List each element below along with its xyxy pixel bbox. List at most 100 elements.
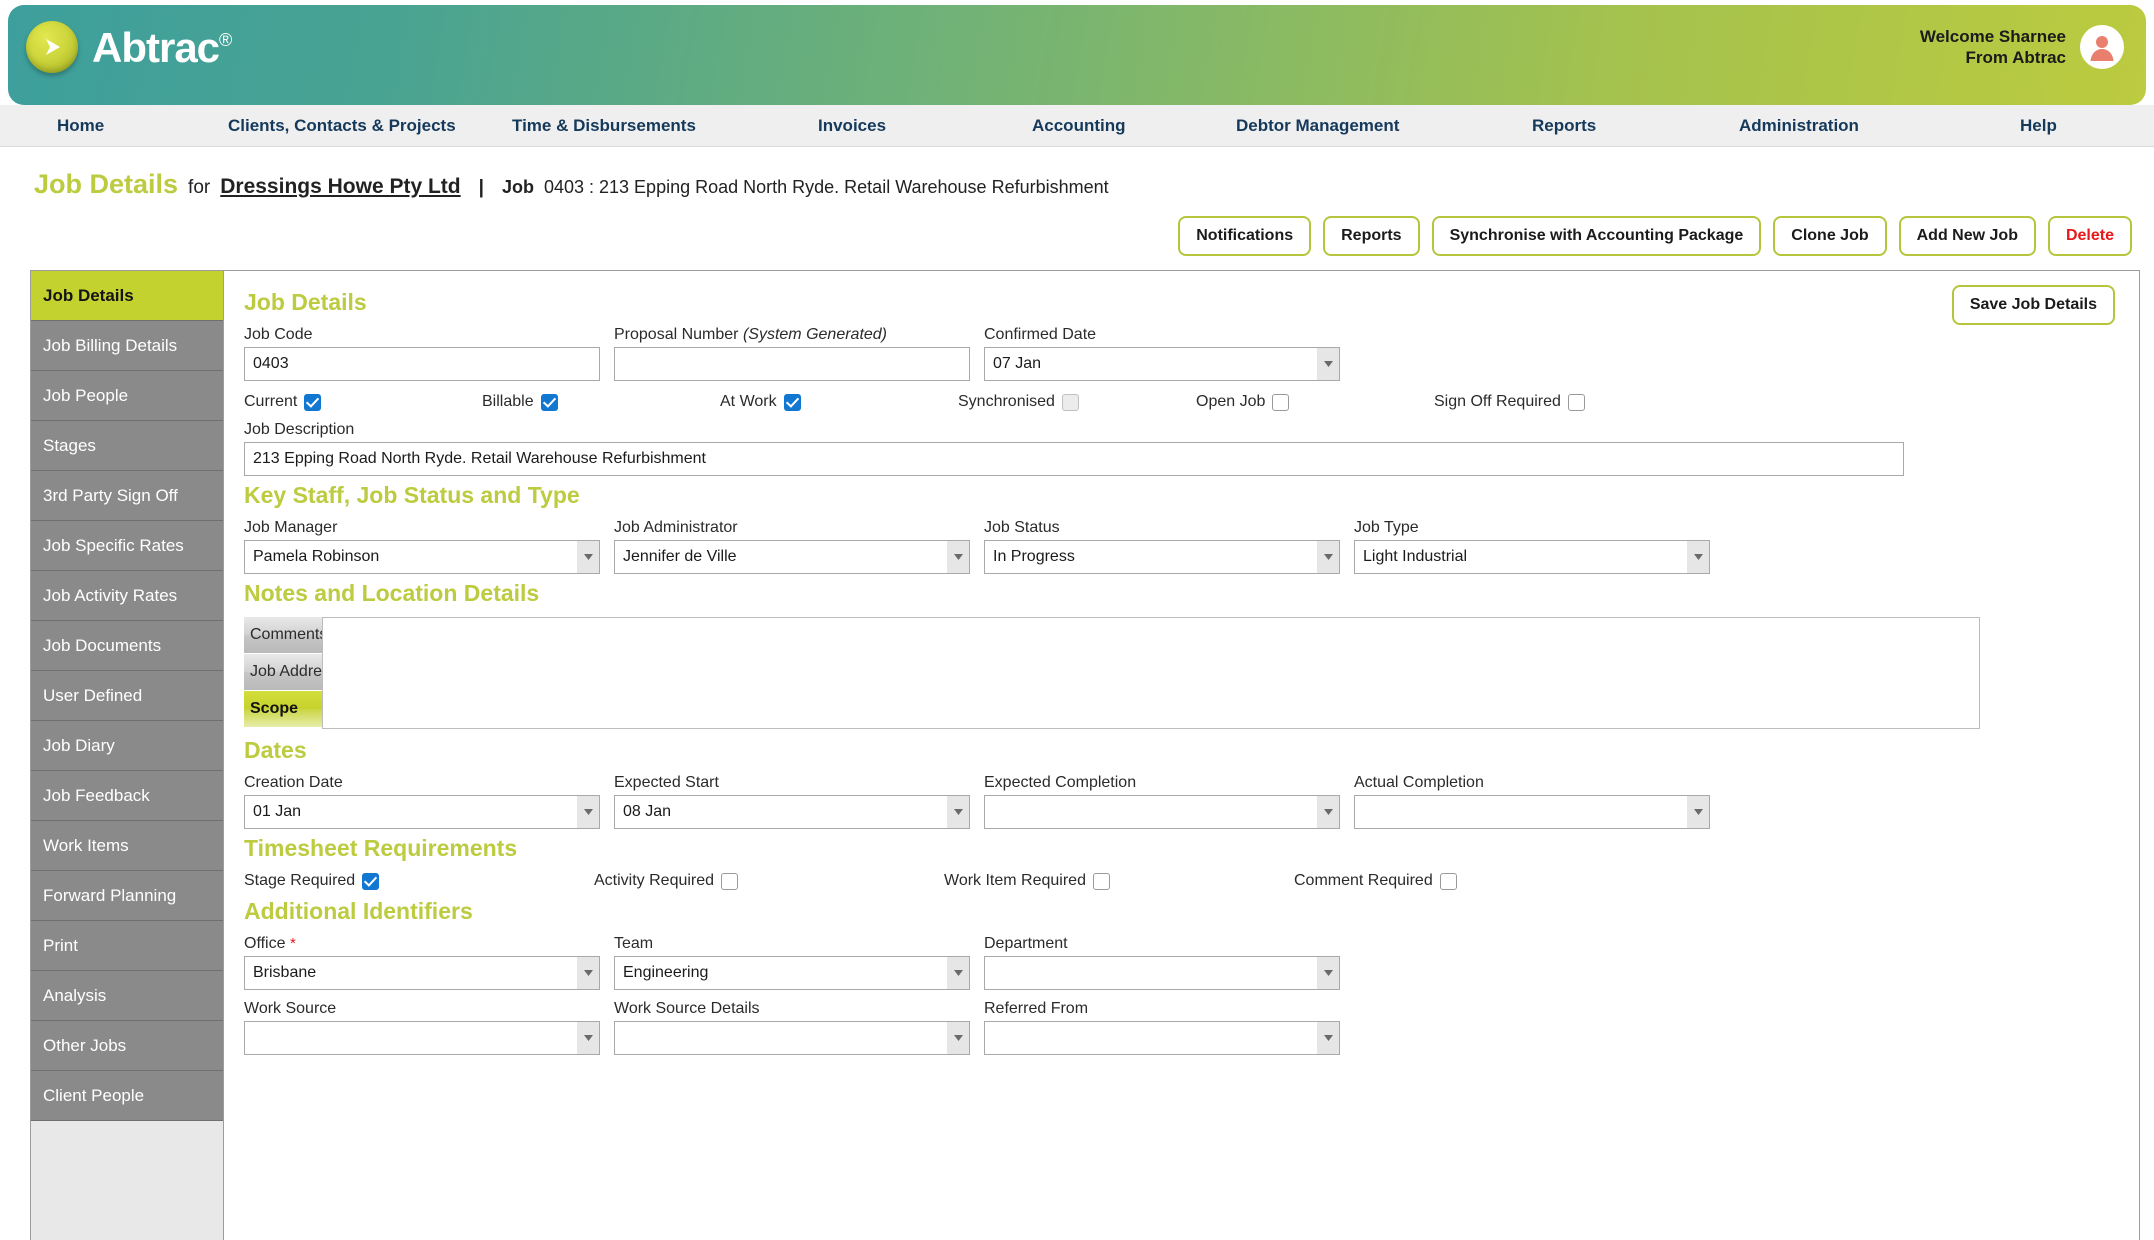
job-flag-billable[interactable]: Billable (482, 393, 706, 411)
job-type-select[interactable]: Light Industrial (1354, 540, 1710, 574)
checkbox-work-item-required[interactable] (1092, 872, 1110, 890)
nav-item-accounting[interactable]: Accounting (1032, 116, 1126, 136)
sidebar-filler (31, 1121, 223, 1240)
work-source-details-field: Work Source Details (614, 1000, 970, 1055)
proposal-number-input[interactable] (614, 347, 970, 381)
sidebar-item-analysis[interactable]: Analysis (31, 971, 223, 1021)
play-arrow-icon (26, 21, 78, 73)
nav-item-administration[interactable]: Administration (1739, 116, 1859, 136)
timesheet-flag-comment-required[interactable]: Comment Required (1294, 872, 1630, 890)
job-flag-open-job[interactable]: Open Job (1196, 393, 1420, 411)
work-source-details-label: Work Source Details (614, 1000, 760, 1017)
add-new-job-button[interactable]: Add New Job (1898, 216, 2036, 256)
save-button-wrapper: Save Job Details (1951, 285, 2115, 325)
expected-completion-select[interactable] (984, 795, 1340, 829)
checkbox-current[interactable] (304, 393, 322, 411)
app-header: Abtrac® Welcome Sharnee From Abtrac (8, 5, 2146, 105)
checkbox-synchronised (1061, 393, 1079, 411)
job-code-input[interactable] (244, 347, 600, 381)
job-description-input[interactable] (244, 442, 1904, 476)
top-action-toolbar: Notifications Reports Synchronise with A… (0, 200, 2154, 256)
sidebar-item-label: Analysis (43, 985, 107, 1005)
referred-from-select[interactable] (984, 1021, 1340, 1055)
checkbox-open-job[interactable] (1272, 393, 1290, 411)
notes-tab-job-address[interactable]: Job Address (244, 654, 338, 691)
sidebar-item-job-documents[interactable]: Job Documents (31, 621, 223, 671)
work-source-select-wrap (244, 1021, 600, 1055)
sidebar-item-label: Print (43, 935, 78, 955)
checkbox-billable[interactable] (540, 393, 558, 411)
sidebar-item-job-diary[interactable]: Job Diary (31, 721, 223, 771)
timesheet-flag-work-item-required[interactable]: Work Item Required (944, 872, 1280, 890)
office-select[interactable]: Brisbane (244, 956, 600, 990)
creation-date-field: Creation Date 01 Jan (244, 774, 600, 829)
work-source-select[interactable] (244, 1021, 600, 1055)
notes-tab-comments[interactable]: Comments (244, 617, 327, 654)
synchronise-button[interactable]: Synchronise with Accounting Package (1431, 216, 1762, 256)
timesheet-flag-stage-required[interactable]: Stage Required (244, 872, 580, 890)
client-link[interactable]: Dressings Howe Pty Ltd (220, 175, 460, 199)
job-status-select[interactable]: In Progress (984, 540, 1340, 574)
nav-item-home[interactable]: Home (57, 116, 104, 136)
user-welcome-block[interactable]: Welcome Sharnee From Abtrac (1920, 25, 2124, 69)
sidebar-item-label: Job Details (43, 285, 134, 305)
checkbox-stage-required[interactable] (362, 872, 380, 890)
sidebar-item-forward-planning[interactable]: Forward Planning (31, 871, 223, 921)
sidebar-item-job-billing-details[interactable]: Job Billing Details (31, 321, 223, 371)
sidebar-item-label: Job Diary (43, 735, 115, 755)
job-manager-select[interactable]: Pamela Robinson (244, 540, 600, 574)
checkbox-comment-required[interactable] (1439, 872, 1457, 890)
checkbox-at-work[interactable] (783, 393, 801, 411)
checkbox-sign-off-required[interactable] (1567, 393, 1585, 411)
sidebar-item-user-defined[interactable]: User Defined (31, 671, 223, 721)
nav-item-clients-contacts-projects[interactable]: Clients, Contacts & Projects (228, 116, 456, 136)
notes-tab-scope[interactable]: Scope (244, 691, 322, 728)
checkbox-activity-required[interactable] (721, 872, 739, 890)
clone-job-button[interactable]: Clone Job (1773, 216, 1887, 256)
timesheet-flag-activity-required[interactable]: Activity Required (594, 872, 930, 890)
work-source-details-select[interactable] (614, 1021, 970, 1055)
confirmed-date-label: Confirmed Date (984, 326, 1097, 343)
brand-logo[interactable]: Abtrac® (26, 21, 232, 73)
sidebar-item-job-people[interactable]: Job People (31, 371, 223, 421)
creation-date-select[interactable]: 01 Jan (244, 795, 600, 829)
nav-item-debtor-management[interactable]: Debtor Management (1236, 116, 1399, 136)
sidebar-item-client-people[interactable]: Client People (31, 1071, 223, 1121)
nav-item-reports[interactable]: Reports (1532, 116, 1596, 136)
referred-from-label: Referred From (984, 1000, 1089, 1017)
expected-completion-field: Expected Completion (984, 774, 1340, 829)
confirmed-date-select[interactable]: 07 Jan (984, 347, 1340, 381)
sidebar-item-work-items[interactable]: Work Items (31, 821, 223, 871)
sidebar-item-job-feedback[interactable]: Job Feedback (31, 771, 223, 821)
save-job-details-button[interactable]: Save Job Details (1951, 285, 2115, 325)
department-select[interactable] (984, 956, 1340, 990)
creation-date-label: Creation Date (244, 774, 343, 791)
notes-tab-panel[interactable] (322, 617, 1980, 729)
sidebar-item-stages[interactable]: Stages (31, 421, 223, 471)
nav-item-invoices[interactable]: Invoices (818, 116, 886, 136)
sidebar-item-job-details[interactable]: Job Details (31, 271, 223, 321)
team-select[interactable]: Engineering (614, 956, 970, 990)
actual-completion-select[interactable] (1354, 795, 1710, 829)
notifications-button[interactable]: Notifications (1178, 216, 1312, 256)
confirmed-date-select-wrap: 07 Jan (984, 347, 1340, 381)
job-flag-sign-off-required[interactable]: Sign Off Required (1434, 393, 1658, 411)
welcome-text: Welcome Sharnee From Abtrac (1920, 26, 2066, 69)
nav-item-help[interactable]: Help (2020, 116, 2057, 136)
job-administrator-select-wrap: Jennifer de Ville (614, 540, 970, 574)
sidebar-item-job-specific-rates[interactable]: Job Specific Rates (31, 521, 223, 571)
job-flag-synchronised[interactable]: Synchronised (958, 393, 1182, 411)
sidebar-item-3rd-party-sign-off[interactable]: 3rd Party Sign Off (31, 471, 223, 521)
job-flag-current[interactable]: Current (244, 393, 468, 411)
sidebar-item-label: Forward Planning (43, 885, 177, 905)
expected-start-select[interactable]: 08 Jan (614, 795, 970, 829)
sidebar-item-job-activity-rates[interactable]: Job Activity Rates (31, 571, 223, 621)
sidebar-item-print[interactable]: Print (31, 921, 223, 971)
delete-button[interactable]: Delete (2047, 216, 2132, 256)
job-flag-at-work[interactable]: At Work (720, 393, 944, 411)
job-administrator-select[interactable]: Jennifer de Ville (614, 540, 970, 574)
user-avatar-icon[interactable] (2080, 25, 2124, 69)
sidebar-item-other-jobs[interactable]: Other Jobs (31, 1021, 223, 1071)
reports-button[interactable]: Reports (1323, 216, 1420, 256)
nav-item-time-disbursements[interactable]: Time & Disbursements (512, 116, 696, 136)
